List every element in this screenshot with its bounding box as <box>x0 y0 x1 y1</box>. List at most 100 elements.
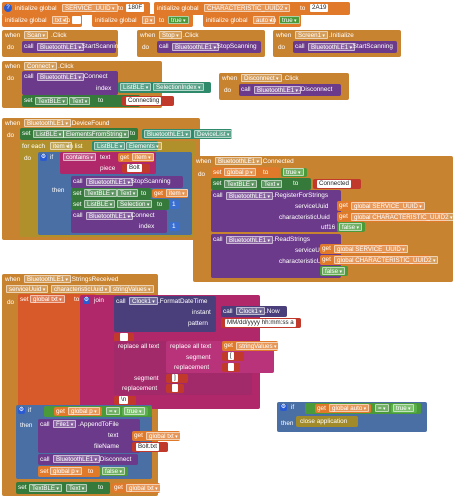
event-scan-click[interactable]: when Scan .Click do call BluetoothLE1 .S… <box>2 30 122 57</box>
call-disconnect[interactable]: call BluetoothLE1 .Disconnect <box>38 454 138 465</box>
set-global-p[interactable]: set global p to <box>211 167 279 178</box>
variable-dropdown[interactable]: global SERVICE_UUID <box>351 202 425 210</box>
boolean-false-block[interactable]: false <box>337 222 365 232</box>
set-listble-elementsfromstring[interactable]: set ListBLE ElementsFromString to <box>20 128 138 140</box>
variable-dropdown[interactable]: stringValues <box>236 342 280 350</box>
component-dropdown[interactable]: BluetoothLE1 <box>37 43 85 51</box>
component-dropdown[interactable]: ListBLE <box>84 200 116 208</box>
text-value-block[interactable] <box>72 16 81 24</box>
call-start-scanning[interactable]: call BluetoothLE1 .StartScanning <box>293 41 397 53</box>
component-dropdown[interactable]: ListBLE <box>94 142 126 150</box>
property-dropdown[interactable]: Text <box>69 97 91 105</box>
variable-dropdown[interactable]: global auto <box>329 404 370 412</box>
get-global-txt[interactable]: get global txt <box>112 483 161 493</box>
text-value[interactable]: Connecting <box>126 97 162 105</box>
component-dropdown[interactable]: File1 <box>53 420 77 428</box>
boolean-true-block[interactable]: true <box>122 407 148 416</box>
boolean-true-block[interactable]: true <box>279 16 300 24</box>
set-textble-text[interactable]: set TextBLE Text to <box>211 178 311 190</box>
call-stop-scanning[interactable]: call BluetoothLE1 .StopScanning <box>157 41 261 53</box>
variable-dropdown[interactable]: global CHARACTERISTIC_UUID2 <box>351 213 456 221</box>
call-stop-scanning[interactable]: call BluetoothLE1 .StopScanning <box>71 176 183 188</box>
component-dropdown[interactable]: TextBLE <box>35 97 68 105</box>
global-init-auto[interactable]: initialize global auto to true <box>203 14 301 27</box>
event-screen-initialize[interactable]: when Screen1 .Initialize do call Bluetoo… <box>273 30 401 57</box>
property-dropdown[interactable]: Selection <box>117 200 153 208</box>
text-value-block[interactable]: 180F <box>126 4 145 12</box>
variable-dropdown[interactable]: global p <box>224 168 256 176</box>
number-block[interactable]: 1 <box>169 222 179 231</box>
get-global-auto[interactable]: get global auto <box>315 404 371 413</box>
set-textble-text[interactable]: set TextBLE Text to <box>16 482 110 494</box>
component-dropdown[interactable]: TextBLE <box>84 189 117 197</box>
text-replacement2-empty-block[interactable] <box>166 384 184 393</box>
get-global-service-uuid[interactable]: get global SERVICE_UUID <box>320 244 408 254</box>
call-register-for-strings[interactable]: call BluetoothLE1 .RegisterForStrings se… <box>211 190 341 232</box>
compare-equal-block[interactable]: get global auto = true <box>305 403 421 414</box>
property-dropdown[interactable]: SelectionIndex <box>153 83 204 91</box>
text-value[interactable] <box>228 363 234 371</box>
component-dropdown[interactable]: Connect <box>24 62 57 70</box>
component-dropdown[interactable]: Clock1 <box>236 307 265 315</box>
component-dropdown[interactable]: Disconnect <box>241 74 282 82</box>
component-dropdown[interactable]: Screen1 <box>295 31 328 39</box>
boolean-true-block[interactable]: true <box>391 404 417 413</box>
operator-dropdown[interactable]: = <box>106 407 120 415</box>
component-dropdown[interactable]: ListBLE <box>33 130 65 138</box>
gear-icon[interactable]: ⚙ <box>18 407 25 414</box>
call-disconnect[interactable]: call BluetoothLE1 .Disconnect <box>239 84 341 96</box>
text-newline-block[interactable]: \n <box>114 396 136 405</box>
text-segment-open-block[interactable]: [ <box>222 352 244 361</box>
component-dropdown[interactable]: BluetoothLE1 <box>144 130 192 138</box>
variable-dropdown[interactable]: global CHARACTERISTIC_UUID2 <box>334 256 439 264</box>
variable-dropdown[interactable]: global txt <box>126 484 161 492</box>
event-stop-click[interactable]: when Stop .Click do call BluetoothLE1 .S… <box>137 30 265 57</box>
number-value[interactable]: 1 <box>172 222 176 231</box>
get-global-p[interactable]: get global p <box>54 407 102 416</box>
event-disconnect-click[interactable]: when Disconnect .Click do call Bluetooth… <box>219 73 349 100</box>
event-connect-click[interactable]: when Connect .Click do call BluetoothLE1… <box>2 61 211 108</box>
variable-dropdown[interactable]: global txt <box>30 295 65 303</box>
property-dropdown[interactable]: Text <box>66 484 88 492</box>
boolean-false-block[interactable]: false <box>100 467 128 476</box>
gear-icon[interactable]: ⚙ <box>280 404 287 411</box>
boolean-false-block[interactable]: false <box>320 266 348 276</box>
component-dropdown[interactable]: BluetoothLE1 <box>226 236 274 244</box>
gear-icon[interactable]: ⚙ <box>40 154 47 161</box>
boolean-dropdown[interactable]: true <box>283 168 304 176</box>
global-name-field[interactable]: SERVICE_UUID <box>62 4 118 12</box>
close-application-block[interactable]: close application <box>296 416 358 427</box>
boolean-dropdown[interactable]: true <box>124 407 145 415</box>
text-value[interactable]: Bolt.txt <box>136 443 159 451</box>
text-connected-block[interactable]: Connected <box>313 179 361 189</box>
call-connect[interactable]: call BluetoothLE1 .Connect index <box>22 71 118 95</box>
get-global-characteristic-uuid2[interactable]: get global CHARACTERISTIC_UUID2 <box>320 255 439 265</box>
variable-dropdown[interactable]: item <box>166 189 188 197</box>
component-dropdown[interactable]: Clock1 <box>129 297 158 305</box>
call-clock-now[interactable]: call Clock1 .Now <box>221 306 287 317</box>
text-value[interactable] <box>120 333 128 341</box>
set-global-p-false[interactable]: set global p to <box>38 466 100 477</box>
for-each-item-block[interactable]: for each item in list ListBLE Elements d… <box>20 141 196 237</box>
get-stringvalues-block[interactable]: get stringValues <box>222 341 280 351</box>
text-connecting-block[interactable]: Connecting <box>122 96 174 106</box>
component-dropdown[interactable]: BluetoothLE1 <box>86 178 134 186</box>
text-filename-block[interactable]: Bolt.txt <box>132 442 168 452</box>
set-listble-selection[interactable]: set ListBLE Selection to <box>71 199 169 210</box>
property-dropdown[interactable]: Text <box>117 189 139 197</box>
text-replacement-empty-block[interactable] <box>222 363 240 372</box>
contains-dropdown[interactable]: contains <box>63 153 96 161</box>
text-value[interactable] <box>172 384 178 392</box>
variable-dropdown[interactable]: global SERVICE_UUID <box>334 245 408 253</box>
component-dropdown[interactable]: BluetoothLE1 <box>215 157 263 165</box>
variable-dropdown[interactable]: global p <box>68 407 100 415</box>
component-dropdown[interactable]: BluetoothLE1 <box>226 192 274 200</box>
set-textble-text[interactable]: set TextBLE Text to <box>71 188 151 199</box>
global-init-p[interactable]: initialize global p to true <box>92 14 193 27</box>
text-value[interactable]: ] <box>172 374 178 382</box>
listble-selectionindex-getter[interactable]: ListBLE SelectionIndex <box>118 82 211 93</box>
boolean-dropdown[interactable]: false <box>339 223 362 231</box>
global-name-field[interactable]: CHARACTERISTIC_UUID2 <box>204 4 291 12</box>
text-value-block[interactable]: 2A19 <box>310 4 329 12</box>
component-dropdown[interactable]: Stop <box>159 31 182 39</box>
